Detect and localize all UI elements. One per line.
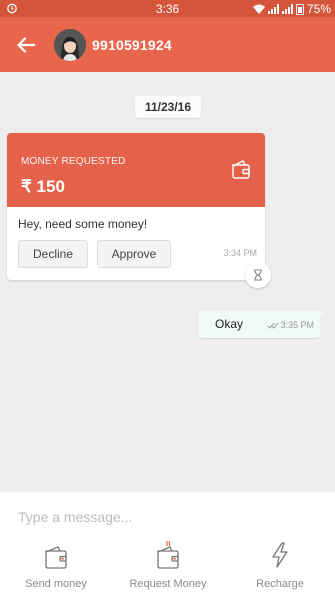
wallet-icon — [232, 160, 250, 179]
request-money-label: Request Money — [129, 578, 207, 590]
double-check-icon — [267, 322, 279, 329]
recharge-button[interactable]: Recharge — [230, 540, 330, 596]
recharge-label: Recharge — [256, 578, 304, 590]
battery-icon — [295, 3, 304, 15]
request-time: 3:34 PM — [223, 248, 257, 258]
outgoing-message-text: Okay — [215, 317, 244, 331]
status-bar: 3:36 75% — [0, 0, 335, 17]
status-icons: 75% — [252, 2, 331, 16]
approve-button[interactable]: Approve — [97, 240, 171, 268]
signal-icon-2 — [281, 4, 293, 14]
outgoing-message-meta: 3:35 PM — [267, 320, 314, 330]
avatar-person-icon — [54, 28, 86, 61]
request-amount: ₹ 150 — [21, 177, 65, 196]
wallet-request-icon — [157, 541, 179, 569]
hourglass-icon — [254, 269, 262, 281]
back-arrow-icon — [17, 36, 35, 53]
date-chip: 11/23/16 — [135, 96, 201, 118]
wifi-icon — [252, 4, 265, 14]
wallet-send-icon — [45, 546, 67, 569]
contact-name[interactable]: 9910591924 — [92, 37, 172, 53]
signal-icon-1 — [267, 4, 279, 14]
send-money-button[interactable]: Send money — [6, 540, 106, 596]
outgoing-message[interactable]: Okay 3:35 PM — [199, 311, 320, 338]
request-label: MONEY REQUESTED — [21, 156, 126, 167]
lightning-icon — [272, 542, 288, 568]
back-button[interactable] — [0, 17, 52, 72]
request-message: Hey, need some money! — [18, 217, 148, 231]
request-money-button[interactable]: Request Money — [118, 540, 218, 596]
battery-percent: 75% — [306, 2, 331, 16]
pending-status — [245, 262, 271, 288]
outgoing-bubble-tail — [318, 311, 325, 318]
decline-button[interactable]: Decline — [18, 240, 88, 268]
message-input[interactable] — [18, 506, 318, 528]
money-request-header: MONEY REQUESTED ₹ 150 — [7, 133, 265, 207]
outgoing-message-time: 3:35 PM — [280, 320, 314, 330]
money-request-card: MONEY REQUESTED ₹ 150 Hey, need some mon… — [7, 133, 265, 280]
send-money-label: Send money — [25, 578, 87, 590]
avatar[interactable] — [54, 28, 86, 61]
chat-header: 9910591924 — [0, 17, 335, 72]
composer: Send money Request Money Recharge — [0, 492, 335, 599]
